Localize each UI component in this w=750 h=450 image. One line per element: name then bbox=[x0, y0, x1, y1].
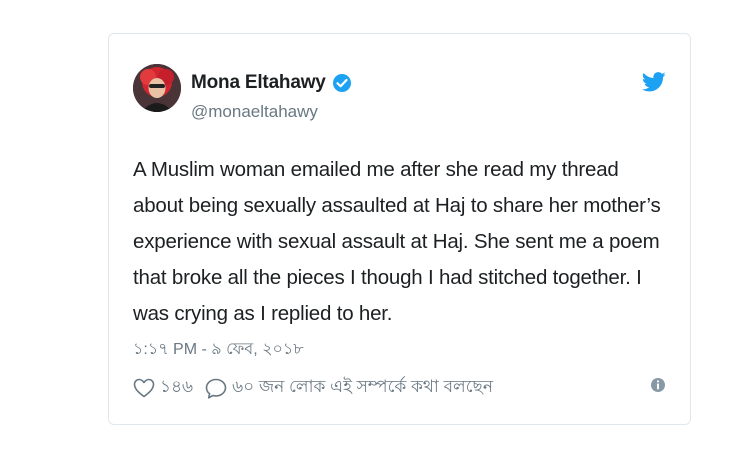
tweet-card: Mona Eltahawy @monaeltahawy A Muslim wom… bbox=[108, 33, 691, 425]
author-display-name[interactable]: Mona Eltahawy bbox=[191, 72, 326, 94]
tweet-text: A Muslim woman emailed me after she read… bbox=[133, 158, 661, 325]
author-handle[interactable]: @monaeltahawy bbox=[191, 102, 318, 122]
like-count: ১৪৬ bbox=[160, 377, 194, 396]
info-icon[interactable] bbox=[650, 377, 666, 398]
twitter-bird-icon[interactable] bbox=[641, 72, 666, 97]
like-button[interactable]: ১৪৬ bbox=[133, 374, 193, 402]
reply-text: ৬০ জন লোক এই সম্পর্কে কথা বলছেন bbox=[232, 377, 493, 396]
tweet-timestamp[interactable]: ১:১৭ PM - ৯ ফেব, ২০১৮ bbox=[133, 336, 304, 363]
verified-badge-icon bbox=[332, 73, 352, 93]
avatar-image bbox=[133, 64, 181, 112]
heart-icon bbox=[133, 378, 155, 398]
avatar[interactable] bbox=[133, 64, 181, 112]
reply-button[interactable]: ৬০ জন লোক এই সম্পর্কে কথা বলছেন bbox=[205, 374, 493, 402]
tweet-actions: ১৪৬ ৬০ জন লোক এই সম্পর্কে কথা বলছেন bbox=[133, 374, 505, 402]
author-name-row: Mona Eltahawy bbox=[191, 72, 352, 94]
speech-bubble-icon bbox=[205, 378, 227, 399]
